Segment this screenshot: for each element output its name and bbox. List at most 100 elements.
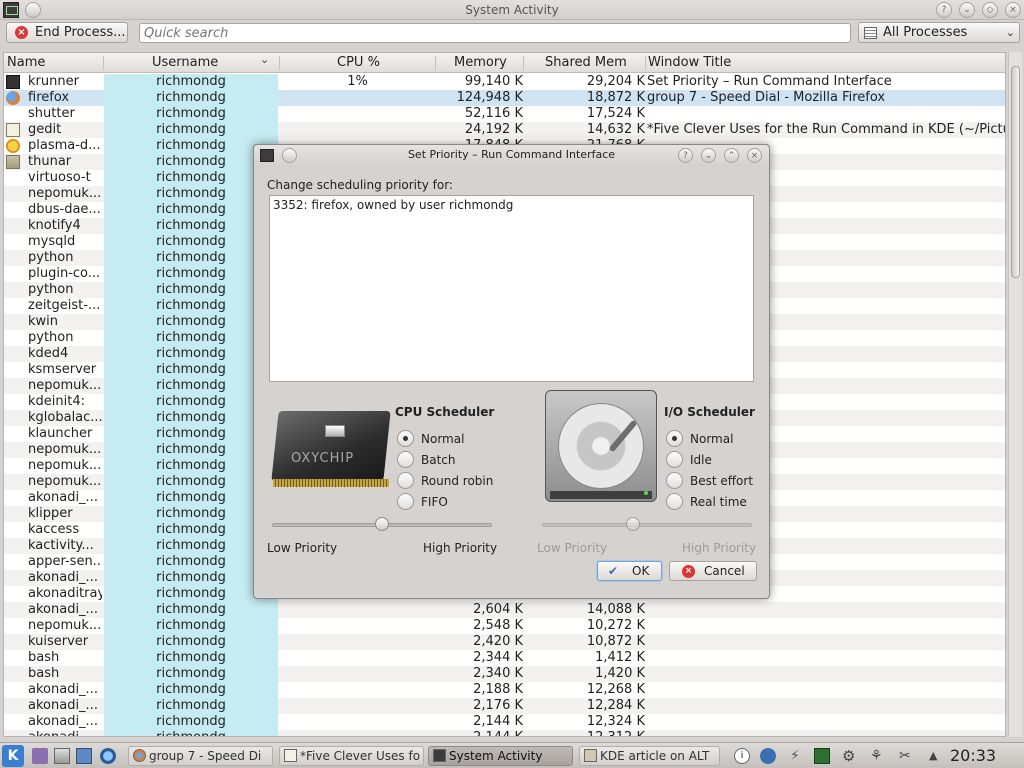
kde-menu-icon[interactable]: K bbox=[2, 745, 24, 767]
cpu-priority-slider[interactable] bbox=[272, 517, 492, 533]
row-icon bbox=[6, 363, 20, 377]
table-row[interactable]: akonadi_... richmondg 2,176 K 12,284 K bbox=[4, 698, 1005, 714]
col-name[interactable]: Name bbox=[7, 55, 45, 70]
info-icon[interactable]: i bbox=[734, 748, 750, 764]
process-name: kwin bbox=[28, 314, 59, 329]
row-icon bbox=[6, 203, 20, 217]
process-filter-select[interactable]: All Processes ⌄ bbox=[858, 22, 1020, 43]
table-row[interactable]: akonadi_... richmondg 2,188 K 12,268 K bbox=[4, 682, 1005, 698]
cpu-low-priority-label: Low Priority bbox=[267, 541, 338, 555]
firefox-icon bbox=[6, 91, 20, 105]
network-tree-icon[interactable]: ⚘ bbox=[870, 748, 886, 764]
table-row[interactable]: bash richmondg 2,340 K 1,420 K bbox=[4, 666, 1005, 682]
calendar-icon[interactable] bbox=[76, 748, 92, 764]
table-scrollbar[interactable] bbox=[1008, 52, 1022, 737]
table-row[interactable]: akonadi_... richmondg 2,144 K 12,324 K bbox=[4, 714, 1005, 730]
col-window-title[interactable]: Window Title bbox=[648, 55, 731, 70]
process-name: plugin-co... bbox=[28, 266, 101, 281]
username: richmondg bbox=[104, 682, 278, 698]
maximize-button[interactable]: ◇ bbox=[982, 2, 998, 18]
power-icon[interactable]: ⚡ bbox=[790, 748, 806, 764]
table-row[interactable]: gedit richmondg 24,192 K 14,632 K *Five Clev… bbox=[4, 122, 1006, 138]
row-icon bbox=[6, 315, 20, 329]
shared-mem: 10,872 K bbox=[586, 634, 645, 649]
shared-mem: 12,284 K bbox=[586, 698, 645, 713]
shared-mem: 14,088 K bbox=[586, 602, 645, 617]
radio-icon bbox=[397, 430, 414, 447]
table-row[interactable]: krunner richmondg 1% 99,140 K 29,204 K Set Pr… bbox=[4, 74, 1005, 90]
row-icon bbox=[6, 715, 20, 729]
io-priority-slider[interactable] bbox=[542, 517, 752, 533]
table-row[interactable]: bash richmondg 2,344 K 1,412 K bbox=[4, 650, 1005, 666]
network-icon[interactable] bbox=[760, 748, 776, 764]
dialog-help-button[interactable]: ? bbox=[678, 148, 693, 163]
row-icon bbox=[6, 171, 20, 185]
process-name: akonadi_... bbox=[28, 490, 98, 505]
process-name: kded4 bbox=[28, 346, 69, 361]
cpu-option-normal[interactable]: Normal bbox=[397, 430, 464, 448]
table-row[interactable]: akonadi_...richmondg 2,144 K12,312 K bbox=[4, 730, 1005, 736]
settings-icon[interactable]: ⚙ bbox=[842, 748, 858, 764]
activities-icon[interactable] bbox=[32, 748, 48, 764]
minimize-button[interactable]: ⌄ bbox=[959, 2, 975, 18]
col-shared-mem[interactable]: Shared Mem bbox=[545, 55, 627, 70]
cpu-high-priority-label: High Priority bbox=[423, 541, 498, 555]
monitor-icon[interactable] bbox=[814, 748, 830, 764]
dialog-close-button[interactable]: × bbox=[747, 148, 762, 163]
scrollbar-thumb[interactable] bbox=[1011, 66, 1020, 278]
process-name: klipper bbox=[28, 506, 73, 521]
quick-search-input[interactable] bbox=[139, 23, 851, 43]
username: richmondg bbox=[104, 618, 278, 634]
col-memory[interactable]: Memory bbox=[454, 55, 507, 70]
row-icon bbox=[6, 235, 20, 249]
taskbar-task[interactable]: System Activity bbox=[428, 746, 573, 766]
clock[interactable]: 20:33 bbox=[950, 746, 996, 765]
taskbar-task[interactable]: group 7 - Speed Di bbox=[128, 746, 273, 766]
io-option-best-effort[interactable]: Best effort bbox=[666, 472, 753, 490]
row-icon bbox=[6, 683, 20, 697]
scissors-icon[interactable]: ✂ bbox=[899, 748, 915, 764]
row-icon bbox=[6, 555, 20, 569]
chip-brand-label: OXYCHIP bbox=[291, 451, 355, 466]
dialog-minimize-button[interactable]: ⌄ bbox=[701, 148, 716, 163]
memory: 2,188 K bbox=[473, 682, 523, 697]
cancel-button[interactable]: × Cancel bbox=[669, 561, 757, 581]
io-option-normal[interactable]: Normal bbox=[666, 430, 733, 448]
process-name: akonaditray bbox=[28, 586, 102, 601]
browser-icon[interactable] bbox=[100, 748, 116, 764]
io-option-idle[interactable]: Idle bbox=[666, 451, 712, 469]
help-button[interactable]: ? bbox=[936, 2, 952, 18]
end-process-label: End Process... bbox=[35, 25, 126, 40]
filter-value: All Processes bbox=[883, 25, 968, 40]
username: richmondg bbox=[104, 698, 278, 714]
row-icon bbox=[6, 475, 20, 489]
ok-button[interactable]: ✔ OK bbox=[597, 561, 662, 581]
process-name: akonadi_... bbox=[28, 698, 98, 713]
row-icon bbox=[6, 523, 20, 537]
end-process-button[interactable]: × End Process... bbox=[6, 22, 128, 43]
taskbar-task[interactable]: KDE article on ALT bbox=[579, 746, 720, 766]
io-priority-knob[interactable] bbox=[626, 517, 640, 531]
cpu-priority-knob[interactable] bbox=[375, 517, 389, 531]
show-desktop-icon[interactable] bbox=[54, 748, 70, 764]
taskbar-task[interactable]: *Five Clever Uses fo bbox=[279, 746, 424, 766]
window-title: *Five Clever Uses for the Run Command in… bbox=[647, 122, 1006, 137]
row-icon bbox=[6, 395, 20, 409]
cpu-option-fifo[interactable]: FIFO bbox=[397, 493, 448, 511]
table-row[interactable]: nepomuk... richmondg 2,548 K 10,272 K bbox=[4, 618, 1005, 634]
cpu-option-batch[interactable]: Batch bbox=[397, 451, 456, 469]
cpu-option-round-robin[interactable]: Round robin bbox=[397, 472, 493, 490]
shared-mem: 12,312 K bbox=[524, 730, 645, 736]
close-button[interactable]: × bbox=[1005, 2, 1021, 18]
table-row[interactable]: firefox richmondg 124,948 K 18,872 Kgroup 7… bbox=[4, 90, 1005, 106]
dialog-maximize-button[interactable]: ⌃ bbox=[724, 148, 739, 163]
col-username[interactable]: Username bbox=[152, 55, 218, 70]
process-name: thunar bbox=[28, 154, 72, 169]
io-option-real-time[interactable]: Real time bbox=[666, 493, 747, 511]
table-row[interactable]: kuiserver richmondg 2,420 K 10,872 K bbox=[4, 634, 1005, 650]
table-row[interactable]: shutter richmondg 52,116 K 17,524 K bbox=[4, 106, 1005, 122]
col-cpu[interactable]: CPU % bbox=[337, 55, 380, 70]
radio-label: Batch bbox=[421, 453, 456, 467]
tray-expand-icon[interactable]: ▲ bbox=[929, 748, 945, 764]
table-row[interactable]: akonadi_... richmondg 2,604 K 14,088 K bbox=[4, 602, 1005, 618]
